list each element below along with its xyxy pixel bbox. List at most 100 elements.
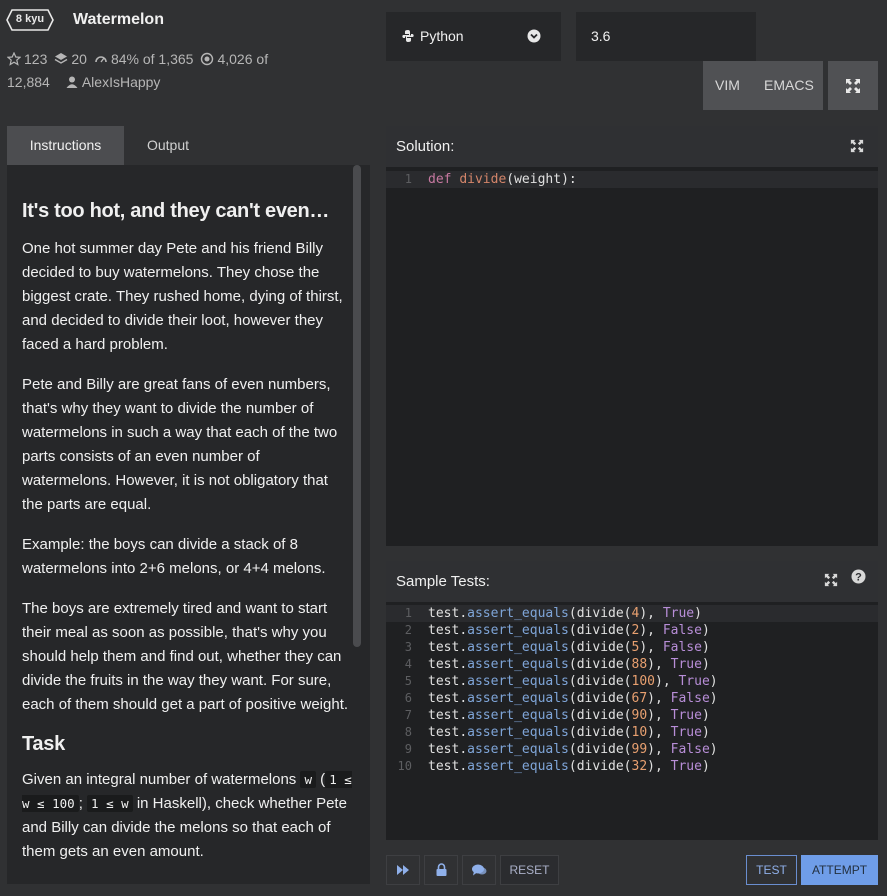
- collections-count: 20: [71, 51, 87, 67]
- attempts-stat: 12,884: [7, 71, 50, 94]
- line-number: 4: [404, 657, 412, 671]
- code-line: 7 test.assert_equals(divide(90), True): [386, 707, 878, 724]
- task-heading: Task: [22, 733, 65, 755]
- solution-editor[interactable]: Solution: 1 def divide(weight):: [386, 126, 878, 546]
- description-paragraph: Pete and Billy are great fans of even nu…: [22, 376, 338, 513]
- version-label: 3.6: [591, 28, 611, 44]
- instructions-panel: Instructions Output It's too hot, and th…: [7, 126, 370, 884]
- instructions-scrollbar[interactable]: [353, 165, 361, 647]
- description-heading: It's too hot, and they can't even…: [22, 200, 330, 222]
- version-select[interactable]: 3.6: [576, 12, 756, 61]
- sample-tests-title: Sample Tests:: [396, 573, 490, 590]
- stars-stat[interactable]: 123: [6, 48, 48, 71]
- inline-code: 1 ≤ w: [87, 795, 133, 812]
- line-number: 8: [404, 725, 412, 739]
- inline-code: w: [300, 771, 317, 788]
- sample-tests-header: Sample Tests: ?: [386, 561, 878, 602]
- help-icon[interactable]: ?: [851, 569, 866, 584]
- code-text: test.assert_equals(divide(2), False): [428, 623, 710, 638]
- attempt-button[interactable]: ATTEMPT: [801, 855, 878, 885]
- author-stat[interactable]: AlexIsHappy: [57, 71, 161, 94]
- emacs-button[interactable]: EMACS: [764, 77, 814, 93]
- user-icon: [66, 76, 78, 88]
- line-number: 1: [404, 172, 412, 186]
- solution-header: Solution:: [386, 126, 878, 167]
- rank-badge: 8 kyu: [6, 9, 54, 31]
- expand-icon[interactable]: [824, 573, 838, 587]
- keyword: def: [428, 172, 460, 187]
- code-line: 1 test.assert_equals(divide(4), True): [386, 605, 878, 622]
- solution-title: Solution:: [396, 138, 455, 155]
- code-line: 6 test.assert_equals(divide(67), False): [386, 690, 878, 707]
- rank-label: 8 kyu: [15, 13, 45, 25]
- description-paragraph: One hot summer day Pete and his friend B…: [22, 240, 343, 353]
- gauge-icon: [95, 56, 107, 63]
- completed-of: of: [256, 51, 269, 67]
- svg-text:?: ?: [855, 572, 862, 584]
- code-line: 5 test.assert_equals(divide(100), True): [386, 673, 878, 690]
- line-number: 7: [404, 708, 412, 722]
- code-line: 9 test.assert_equals(divide(99), False): [386, 741, 878, 758]
- line-number: 1: [404, 606, 412, 620]
- python-icon: [402, 30, 414, 42]
- tab-instructions[interactable]: Instructions: [7, 126, 124, 165]
- task-text: ;: [78, 795, 88, 812]
- satisfaction-rate: 84%: [110, 51, 139, 67]
- code-text: test.assert_equals(divide(10), True): [428, 725, 710, 740]
- code-line: 3 test.assert_equals(divide(5), False): [386, 639, 878, 656]
- collections-stat[interactable]: 20: [54, 48, 87, 71]
- code-line: 8 test.assert_equals(divide(10), True): [386, 724, 878, 741]
- solution-code[interactable]: 1 def divide(weight):: [386, 171, 878, 188]
- code-text: def divide(weight):: [428, 171, 577, 188]
- layers-icon: [55, 53, 68, 64]
- task-text: (: [316, 771, 326, 788]
- panel-tabs: Instructions Output: [7, 126, 370, 165]
- attempts-count: 12,884: [7, 74, 50, 90]
- sample-tests-code[interactable]: 1 test.assert_equals(divide(4), True) 2 tes…: [386, 605, 878, 775]
- stars-count: 123: [24, 51, 48, 67]
- expand-icon[interactable]: [850, 139, 864, 153]
- chevron-down-icon: [527, 29, 541, 43]
- lock-icon: [436, 863, 447, 876]
- completed-stat: 4,026 of: [200, 48, 268, 71]
- task-text: Given an integral number of watermelons: [22, 771, 301, 788]
- sample-tests-editor[interactable]: Sample Tests: ? 1 test.assert_equals(divi…: [386, 561, 878, 840]
- kata-title[interactable]: Watermelon: [73, 11, 164, 29]
- discuss-button[interactable]: [462, 855, 496, 885]
- chat-icon: [472, 864, 487, 876]
- line-number: 9: [404, 742, 412, 756]
- description-paragraph: Example: the boys can divide a stack of …: [22, 536, 326, 577]
- line-number: 2: [404, 623, 412, 637]
- fast-forward-icon: [397, 865, 409, 875]
- keymap-group: VIM EMACS: [703, 61, 823, 110]
- satisfaction-stat: 84% of 1,365: [94, 48, 194, 71]
- reset-button[interactable]: RESET: [500, 855, 559, 885]
- skip-button[interactable]: [386, 855, 420, 885]
- line-number: 3: [404, 640, 412, 654]
- fullscreen-button[interactable]: [828, 61, 878, 110]
- author-name: AlexIsHappy: [81, 74, 161, 90]
- code-text: test.assert_equals(divide(4), True): [428, 606, 702, 621]
- code-line: 10 test.assert_equals(divide(32), True): [386, 758, 878, 775]
- line-number: 10: [397, 759, 412, 773]
- votes-total: of 1,365: [142, 51, 194, 67]
- description-paragraph: The boys are extremely tired and want to…: [22, 600, 349, 713]
- tab-output[interactable]: Output: [124, 126, 212, 165]
- star-icon: [6, 51, 22, 66]
- code-text: test.assert_equals(divide(88), True): [428, 657, 710, 672]
- expand-icon: [846, 79, 860, 93]
- code-text: test.assert_equals(divide(90), True): [428, 708, 710, 723]
- completed-count: 4,026: [217, 51, 253, 67]
- code-text: test.assert_equals(divide(99), False): [428, 742, 718, 757]
- params: (weight):: [506, 172, 577, 187]
- code-text: test.assert_equals(divide(32), True): [428, 759, 710, 774]
- target-icon: [201, 52, 214, 66]
- code-text: test.assert_equals(divide(100), True): [428, 674, 718, 689]
- test-button[interactable]: TEST: [746, 855, 797, 885]
- vim-button[interactable]: VIM: [715, 77, 740, 93]
- unlock-solutions-button[interactable]: [424, 855, 458, 885]
- language-select[interactable]: Python: [386, 12, 561, 61]
- task-paragraph: Given an integral number of watermelons …: [22, 768, 352, 864]
- code-text: test.assert_equals(divide(67), False): [428, 691, 718, 706]
- function-name: divide: [459, 172, 507, 187]
